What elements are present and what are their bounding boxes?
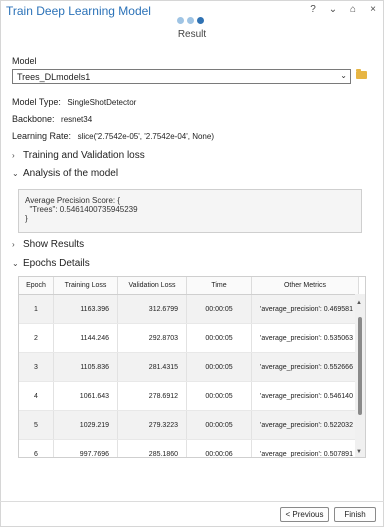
cell-training-loss: 1144.246 (53, 323, 118, 353)
step-dot-1[interactable] (177, 17, 184, 24)
chevron-down-icon[interactable]: ⌄ (340, 71, 347, 80)
section-epochs-details-label: Epochs Details (23, 258, 90, 269)
backbone-label: Backbone: (12, 114, 55, 124)
window-title: Train Deep Learning Model (6, 4, 151, 18)
column-header-other-metrics[interactable]: Other Metrics (251, 277, 359, 295)
chevron-right-icon: › (12, 151, 15, 160)
table-row[interactable]: 6 997.7696 285.1860 00:00:06 'average_pr… (19, 439, 359, 457)
analysis-line-1: Average Precision Score: { (25, 196, 121, 205)
previous-button[interactable]: < Previous (280, 507, 329, 522)
step-label: Result (177, 29, 207, 40)
cell-time: 00:00:05 (186, 323, 252, 353)
cell-other-metrics: 'average_precision': 0.469581 (251, 294, 359, 324)
analysis-line-3: } (25, 214, 28, 223)
cell-validation-loss: 285.1860 (117, 439, 187, 457)
folder-icon[interactable] (356, 69, 367, 79)
model-type-value: SingleShotDetector (67, 98, 137, 107)
cell-epoch: 2 (19, 323, 54, 353)
cell-validation-loss: 312.6799 (117, 294, 187, 324)
table-row[interactable]: 5 1029.219 279.3223 00:00:05 'average_pr… (19, 410, 359, 440)
table-row[interactable]: 2 1144.246 292.8703 00:00:05 'average_pr… (19, 323, 359, 353)
cell-validation-loss: 278.6912 (117, 381, 187, 411)
backbone-row: Backbone: resnet34 (12, 114, 92, 124)
section-training-validation[interactable]: › Training and Validation loss (12, 150, 145, 161)
column-header-time[interactable]: Time (186, 277, 252, 295)
analysis-line-2: "Trees": 0.5461400735945239 (25, 205, 138, 214)
cell-epoch: 6 (19, 439, 54, 457)
cell-training-loss: 997.7696 (53, 439, 118, 457)
section-analysis-label: Analysis of the model (23, 168, 119, 179)
step-dot-2[interactable] (187, 17, 194, 24)
cell-epoch: 3 (19, 352, 54, 382)
cell-training-loss: 1163.396 (53, 294, 118, 324)
learning-rate-row: Learning Rate: slice('2.7542e-05', '2.75… (12, 131, 214, 141)
chevron-down-icon: ⌄ (12, 169, 19, 178)
footer-divider (0, 501, 384, 502)
cell-training-loss: 1105.836 (53, 352, 118, 382)
cell-validation-loss: 292.8703 (117, 323, 187, 353)
cell-time: 00:00:05 (186, 294, 252, 324)
backbone-value: resnet34 (61, 115, 93, 124)
step-indicator (177, 17, 204, 24)
table-row[interactable]: 4 1061.643 278.6912 00:00:05 'average_pr… (19, 381, 359, 411)
close-icon[interactable]: × (368, 4, 378, 15)
cell-time: 00:00:05 (186, 381, 252, 411)
model-type-label: Model Type: (12, 97, 61, 107)
model-label: Model (12, 56, 37, 66)
analysis-output: Average Precision Score: { "Trees": 0.54… (18, 189, 362, 233)
finish-button[interactable]: Finish (334, 507, 376, 522)
cell-other-metrics: 'average_precision': 0.535063 (251, 323, 359, 353)
cell-time: 00:00:05 (186, 410, 252, 440)
column-header-epoch[interactable]: Epoch (19, 277, 54, 295)
learning-rate-label: Learning Rate: (12, 131, 72, 141)
chevron-down-icon[interactable]: ⌄ (328, 4, 338, 15)
table-row[interactable]: 1 1163.396 312.6799 00:00:05 'average_pr… (19, 294, 359, 324)
cell-validation-loss: 279.3223 (117, 410, 187, 440)
scrollbar-thumb[interactable] (358, 317, 362, 415)
chevron-right-icon: › (12, 240, 15, 249)
header: Train Deep Learning Model ? ⌄ ⌂ × Result (0, 0, 384, 44)
cell-epoch: 5 (19, 410, 54, 440)
table-scrollbar[interactable]: ▲ ▼ (355, 294, 365, 457)
model-select[interactable]: Trees_DLmodels1 ⌄ (12, 69, 351, 84)
cell-other-metrics: 'average_precision': 0.507891 (251, 439, 359, 457)
help-icon[interactable]: ? (308, 4, 318, 15)
cell-other-metrics: 'average_precision': 0.522032 (251, 410, 359, 440)
model-type-row: Model Type: SingleShotDetector (12, 97, 136, 107)
cell-training-loss: 1061.643 (53, 381, 118, 411)
table-row[interactable]: 3 1105.836 281.4315 00:00:05 'average_pr… (19, 352, 359, 382)
epochs-table: Epoch Training Loss Validation Loss Time… (18, 276, 366, 458)
cell-time: 00:00:05 (186, 352, 252, 382)
model-select-value: Trees_DLmodels1 (17, 72, 91, 82)
cell-other-metrics: 'average_precision': 0.552666 (251, 352, 359, 382)
header-icons: ? ⌄ ⌂ × (308, 4, 378, 15)
scroll-down-icon[interactable]: ▼ (356, 449, 362, 455)
cell-validation-loss: 281.4315 (117, 352, 187, 382)
chevron-down-icon: ⌄ (12, 259, 19, 268)
scroll-up-icon[interactable]: ▲ (356, 300, 362, 306)
cell-other-metrics: 'average_precision': 0.546140 (251, 381, 359, 411)
section-training-validation-label: Training and Validation loss (23, 150, 145, 161)
section-show-results[interactable]: › Show Results (12, 239, 84, 250)
step-dot-3[interactable] (197, 17, 204, 24)
dock-icon[interactable]: ⌂ (348, 4, 358, 15)
section-analysis[interactable]: ⌄ Analysis of the model (12, 168, 118, 179)
cell-training-loss: 1029.219 (53, 410, 118, 440)
section-show-results-label: Show Results (23, 239, 85, 250)
learning-rate-value: slice('2.7542e-05', '2.7542e-04', None) (77, 132, 214, 141)
section-epochs-details[interactable]: ⌄ Epochs Details (12, 258, 90, 269)
cell-epoch: 4 (19, 381, 54, 411)
cell-epoch: 1 (19, 294, 54, 324)
cell-time: 00:00:06 (186, 439, 252, 457)
column-header-validation-loss[interactable]: Validation Loss (117, 277, 187, 295)
column-header-training-loss[interactable]: Training Loss (53, 277, 118, 295)
epochs-grid: Epoch Training Loss Validation Loss Time… (19, 277, 359, 457)
